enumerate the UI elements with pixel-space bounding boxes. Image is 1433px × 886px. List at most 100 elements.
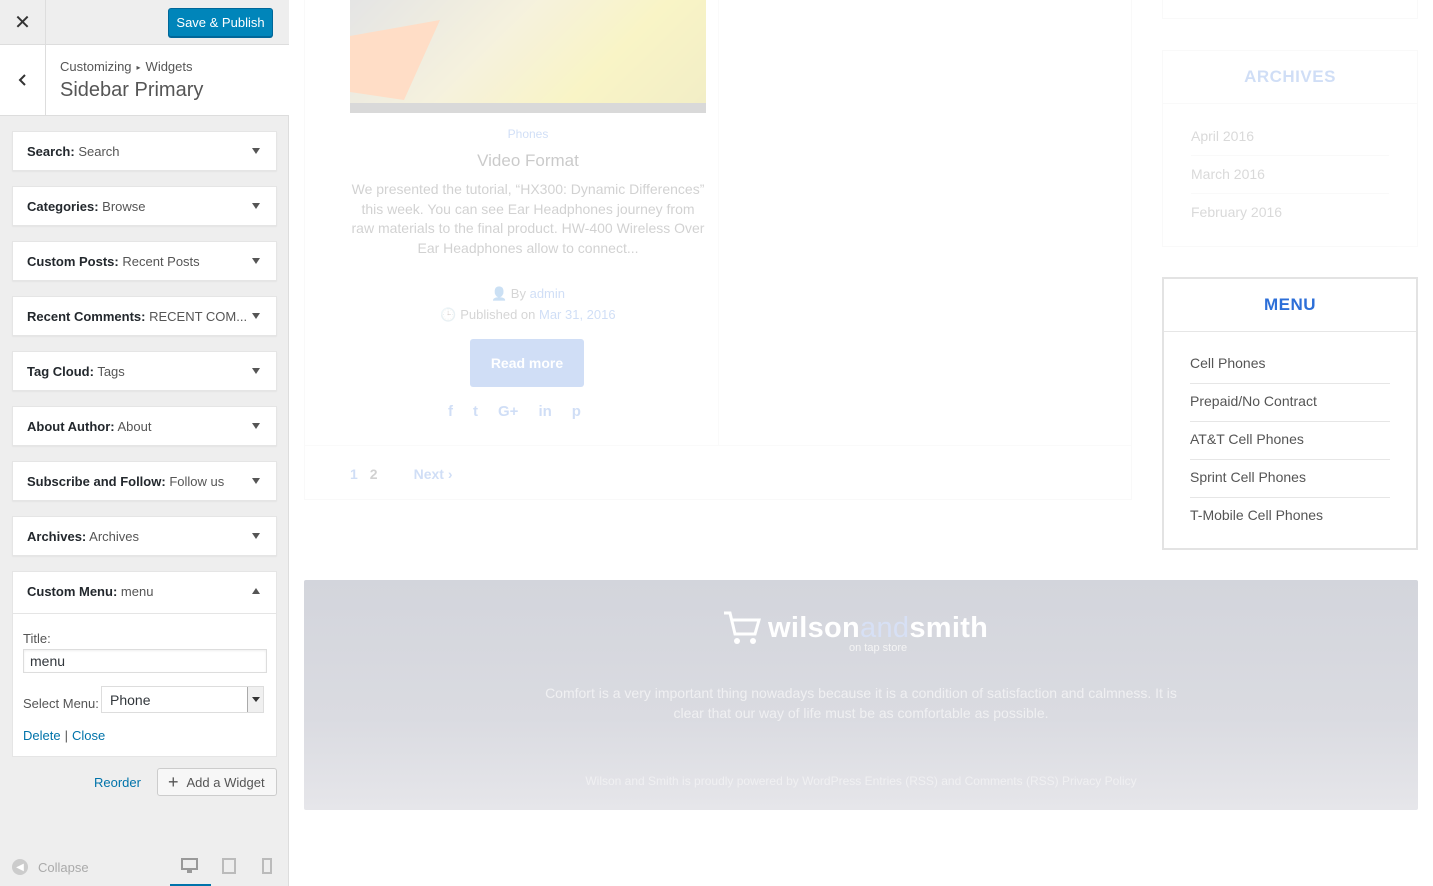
pinterest-icon[interactable]: p bbox=[572, 403, 581, 420]
save-publish-button[interactable]: Save & Publish bbox=[168, 8, 273, 37]
expand-arrow-icon[interactable] bbox=[252, 533, 260, 539]
google-plus-icon[interactable]: G+ bbox=[498, 403, 518, 420]
expand-arrow-icon[interactable] bbox=[252, 203, 260, 209]
customizer-header: ✕ Save & Publish bbox=[0, 0, 289, 45]
collapse-arrow-icon: ◀ bbox=[12, 859, 28, 875]
cart-icon bbox=[724, 611, 761, 644]
logo-smith: smith bbox=[909, 611, 989, 644]
post-excerpt: We presented the tutorial, “HX300: Dynam… bbox=[351, 181, 705, 256]
chevron-left-icon bbox=[18, 74, 26, 86]
social-share-icons: f t G+ in p bbox=[448, 403, 581, 420]
add-widget-button[interactable]: + Add a Widget bbox=[157, 768, 277, 796]
post-title[interactable]: Video Format bbox=[350, 151, 706, 171]
expand-arrow-icon[interactable] bbox=[252, 423, 260, 429]
title-input[interactable] bbox=[23, 649, 267, 673]
widget-custom-menu: Custom Menu: menu Title: Select Menu: Ph… bbox=[12, 571, 277, 757]
collapse-arrow-icon[interactable] bbox=[252, 588, 260, 594]
dropdown-arrow-icon[interactable] bbox=[247, 687, 263, 712]
menu-item[interactable]: Prepaid/No Contract bbox=[1190, 384, 1390, 422]
widget-name: Archives bbox=[89, 529, 140, 544]
footer-credit: Wilson and Smith is proudly powered by W… bbox=[585, 774, 1137, 788]
post-author: 👤 By admin bbox=[350, 286, 706, 302]
menu-item[interactable]: AT&T Cell Phones bbox=[1190, 422, 1390, 460]
thumbnail-graphic bbox=[350, 20, 440, 100]
author-link[interactable]: admin bbox=[530, 286, 565, 301]
widget-type: About Author: bbox=[27, 419, 115, 434]
widget-type: Subscribe and Follow: bbox=[27, 474, 166, 489]
widget-type: Tag Cloud: bbox=[27, 364, 94, 379]
post-category[interactable]: Phones bbox=[350, 127, 706, 141]
widget-header-inner: Custom Menu: menu bbox=[13, 572, 276, 612]
collapse-label: Collapse bbox=[38, 859, 89, 875]
widget-archives[interactable]: Archives: Archives bbox=[12, 516, 277, 556]
by-prefix: By bbox=[510, 286, 526, 301]
mobile-preview-icon[interactable] bbox=[262, 858, 272, 877]
widget-name: Search bbox=[78, 144, 120, 159]
section-header: Customizing ▸ Widgets Sidebar Primary bbox=[0, 45, 289, 116]
widget-custom-menu-header[interactable]: Custom Menu: menu bbox=[13, 572, 276, 614]
widget-about-author[interactable]: About Author: About bbox=[12, 406, 277, 446]
customizer-footer: ◀ Collapse bbox=[0, 846, 289, 886]
archives-widget: ARCHIVES April 2016 March 2016 February … bbox=[1162, 50, 1418, 247]
plus-icon: + bbox=[168, 772, 179, 792]
widget-type: Categories: bbox=[27, 199, 99, 214]
tablet-preview-icon[interactable] bbox=[222, 858, 236, 877]
archive-item[interactable]: April 2016 bbox=[1191, 118, 1389, 156]
expand-arrow-icon[interactable] bbox=[252, 478, 260, 484]
widget-actions: Delete | Close bbox=[23, 728, 105, 743]
pagination-divider bbox=[305, 445, 1131, 446]
twitter-icon[interactable]: t bbox=[473, 403, 478, 420]
expand-arrow-icon[interactable] bbox=[252, 368, 260, 374]
site-footer: wilsonandsmith on tap store Comfort is a… bbox=[304, 580, 1418, 810]
back-button[interactable] bbox=[0, 45, 46, 115]
select-menu-dropdown[interactable]: Phone bbox=[101, 686, 264, 713]
collapse-button[interactable]: ◀ Collapse bbox=[12, 859, 89, 875]
facebook-icon[interactable]: f bbox=[448, 403, 453, 420]
delete-link[interactable]: Delete bbox=[23, 728, 61, 743]
clock-icon: 🕒 bbox=[440, 307, 457, 322]
menu-item[interactable]: Cell Phones bbox=[1190, 346, 1390, 384]
footer-description: Comfort is a very important thing nowada… bbox=[545, 685, 1177, 721]
widget-type: Recent Comments: bbox=[27, 309, 146, 324]
page-2-current: 2 bbox=[369, 466, 378, 482]
widget-type: Search: bbox=[27, 144, 75, 159]
widget-type: Archives: bbox=[27, 529, 87, 544]
widget-name: menu bbox=[120, 584, 154, 599]
reorder-link[interactable]: Reorder bbox=[94, 775, 141, 790]
widget-search[interactable]: Search: Search bbox=[12, 131, 277, 171]
video-thumbnail[interactable] bbox=[350, 0, 706, 113]
widget-subscribe-follow[interactable]: Subscribe and Follow: Follow us bbox=[12, 461, 277, 501]
widget-name: RECENT COM... bbox=[149, 309, 248, 324]
expand-arrow-icon[interactable] bbox=[252, 258, 260, 264]
archive-item[interactable]: February 2016 bbox=[1191, 194, 1389, 232]
desktop-preview-icon[interactable] bbox=[181, 858, 198, 877]
widget-categories[interactable]: Categories: Browse bbox=[12, 186, 277, 226]
archives-title: ARCHIVES bbox=[1163, 51, 1417, 104]
pagination: 1 2 Next › bbox=[350, 466, 453, 482]
title-label: Title: bbox=[23, 631, 51, 646]
widget-name: Tags bbox=[97, 364, 125, 379]
page-1-link[interactable]: 1 bbox=[350, 466, 358, 482]
breadcrumb-current: Widgets bbox=[145, 59, 193, 74]
next-page-link[interactable]: Next › bbox=[414, 466, 453, 482]
date-link[interactable]: Mar 31, 2016 bbox=[539, 307, 616, 322]
add-widget-label: Add a Widget bbox=[186, 774, 265, 790]
menu-item[interactable]: Sprint Cell Phones bbox=[1190, 460, 1390, 498]
archive-item[interactable]: March 2016 bbox=[1191, 156, 1389, 194]
linkedin-icon[interactable]: in bbox=[538, 403, 551, 420]
widget-name: Browse bbox=[102, 199, 146, 214]
sidebar-widget-top bbox=[1162, 0, 1418, 19]
close-link[interactable]: Close bbox=[72, 728, 105, 743]
published-prefix: Published on bbox=[460, 307, 536, 322]
menu-item[interactable]: T-Mobile Cell Phones bbox=[1190, 498, 1390, 536]
breadcrumb-root: Customizing bbox=[60, 59, 132, 74]
read-more-button[interactable]: Read more bbox=[470, 339, 584, 387]
widget-recent-comments[interactable]: Recent Comments: RECENT COM... bbox=[12, 296, 277, 336]
expand-arrow-icon[interactable] bbox=[252, 148, 260, 154]
select-menu-value: Phone bbox=[110, 692, 151, 708]
close-customizer-button[interactable]: ✕ bbox=[0, 0, 46, 45]
widget-custom-posts[interactable]: Custom Posts: Recent Posts bbox=[12, 241, 277, 281]
menu-widget: MENU Cell Phones Prepaid/No Contract AT&… bbox=[1162, 277, 1418, 550]
expand-arrow-icon[interactable] bbox=[252, 313, 260, 319]
widget-tag-cloud[interactable]: Tag Cloud: Tags bbox=[12, 351, 277, 391]
